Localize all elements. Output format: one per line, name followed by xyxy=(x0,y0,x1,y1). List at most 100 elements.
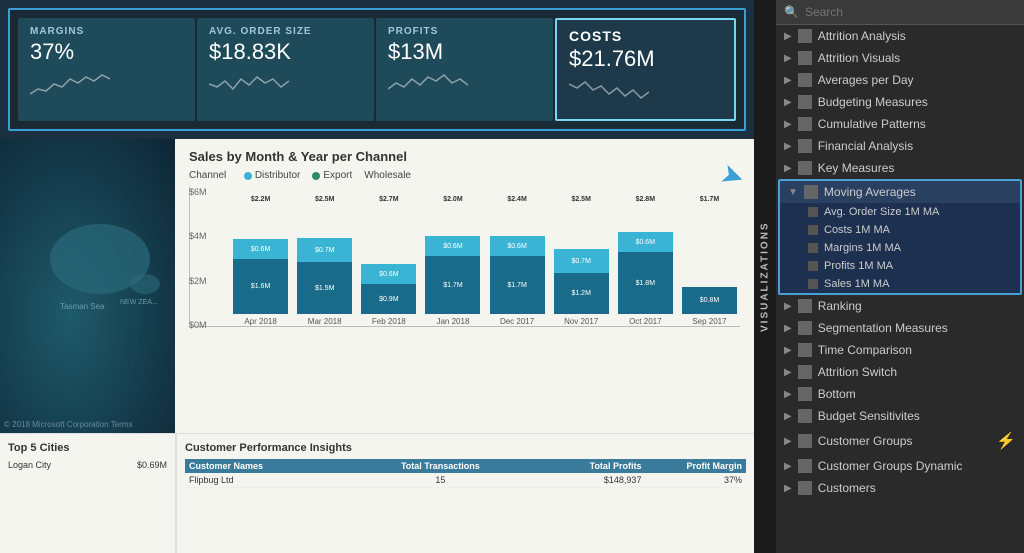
item-icon xyxy=(798,365,812,379)
sidebar-item-cumulative-patterns[interactable]: ▶ Cumulative Patterns xyxy=(776,113,1024,135)
cell-margin: 37% xyxy=(641,475,742,485)
sub-item-label: Sales 1M MA xyxy=(824,278,889,290)
moving-averages-group: ▼ Moving Averages Avg. Order Size 1M MA … xyxy=(778,179,1022,295)
item-icon xyxy=(798,299,812,313)
bar-nov2017: $2.5M $1.2M $0.7M Nov 2017 xyxy=(551,196,612,326)
item-label: Budget Sensitivites xyxy=(818,409,920,423)
item-label: Attrition Analysis xyxy=(818,29,906,43)
kpi-card-costs[interactable]: COSTS $21.76M xyxy=(555,18,736,121)
item-icon xyxy=(798,95,812,109)
item-label: Segmentation Measures xyxy=(818,321,948,335)
sub-item-icon xyxy=(808,225,818,235)
item-icon xyxy=(798,51,812,65)
sidebar-item-attrition-analysis[interactable]: ▶ Attrition Analysis xyxy=(776,25,1024,47)
sub-item-icon xyxy=(808,207,818,217)
item-icon xyxy=(798,139,812,153)
sidebar: VISUALIZATIONS 🔍 ▶ Attrition Analysis ▶ … xyxy=(754,0,1024,553)
item-icon xyxy=(798,409,812,423)
bar-jan2018: $2.0M $1.7M $0.6M Jan 2018 xyxy=(422,196,483,326)
table-header: Customer Names Total Transactions Total … xyxy=(185,459,746,473)
col-profit-margin: Profit Margin xyxy=(641,461,742,471)
kpi-card-margins[interactable]: MARGINS 37% xyxy=(18,18,195,121)
sidebar-item-segmentation-measures[interactable]: ▶ Segmentation Measures xyxy=(776,317,1024,339)
item-icon xyxy=(798,434,812,448)
chart-legend: Channel Distributor Export Wholesale xyxy=(189,170,740,181)
sidebar-item-key-measures[interactable]: ▶ Key Measures xyxy=(776,157,1024,179)
sparkline-avg-order xyxy=(209,69,289,99)
kpi-row: MARGINS 37% AVG. ORDER SIZE $18.83K PROF… xyxy=(8,8,746,131)
sidebar-item-customer-groups-dynamic[interactable]: ▶ Customer Groups Dynamic xyxy=(776,455,1024,477)
kpi-label-costs: COSTS xyxy=(569,28,722,44)
legend-wholesale: Wholesale xyxy=(364,170,411,181)
bar-apr2018: $2.2M $1.6M $0.6M Apr 2018 xyxy=(230,196,291,326)
y-axis: $0M $2M $4M $6M xyxy=(189,187,207,332)
sidebar-item-customers[interactable]: ▶ Customers xyxy=(776,477,1024,499)
sidebar-subitem-profits[interactable]: Profits 1M MA xyxy=(780,257,1020,275)
item-icon xyxy=(798,343,812,357)
col-customer-names: Customer Names xyxy=(189,461,390,471)
item-label: Ranking xyxy=(818,299,862,313)
item-icon xyxy=(798,161,812,175)
sparkline-profits xyxy=(388,69,468,99)
col-total-transactions: Total Transactions xyxy=(390,461,491,471)
bar-oct2017: $2.8M $1.8M $0.6M Oct 2017 xyxy=(615,196,676,326)
sub-item-icon xyxy=(808,261,818,271)
item-icon xyxy=(798,321,812,335)
chart-title: Sales by Month & Year per Channel xyxy=(189,149,740,164)
sub-item-label: Avg. Order Size 1M MA xyxy=(824,206,939,218)
cell-name: Flipbug Ltd xyxy=(189,475,390,485)
sidebar-item-financial-analysis[interactable]: ▶ Financial Analysis xyxy=(776,135,1024,157)
sparkline-costs xyxy=(569,76,649,106)
bar-mar2018: $2.5M $1.5M $0.7M Mar 2018 xyxy=(294,196,355,326)
sidebar-item-averages-per-day[interactable]: ▶ Averages per Day xyxy=(776,69,1024,91)
search-bar[interactable]: 🔍 xyxy=(776,0,1024,25)
sidebar-item-customer-groups[interactable]: ▶ Customer Groups ⚡ xyxy=(776,427,1024,455)
sparkline-margins xyxy=(30,69,110,99)
sidebar-item-ranking[interactable]: ▶ Ranking xyxy=(776,295,1024,317)
sidebar-inner: 🔍 ▶ Attrition Analysis ▶ Attrition Visua… xyxy=(776,0,1024,553)
cell-profits: $148,937 xyxy=(491,475,642,485)
chevron-right-icon: ▶ xyxy=(784,411,792,422)
city-name: Logan City xyxy=(8,460,51,470)
chevron-right-icon: ▶ xyxy=(784,323,792,334)
sidebar-item-budget-sensitivites[interactable]: ▶ Budget Sensitivites xyxy=(776,405,1024,427)
city-value: $0.69M xyxy=(137,460,167,470)
sidebar-item-moving-averages[interactable]: ▼ Moving Averages xyxy=(780,181,1020,203)
sub-item-icon xyxy=(808,243,818,253)
sidebar-subitem-costs[interactable]: Costs 1M MA xyxy=(780,221,1020,239)
search-input[interactable] xyxy=(805,5,1016,19)
sub-item-label: Profits 1M MA xyxy=(824,260,893,272)
sidebar-item-time-comparison[interactable]: ▶ Time Comparison xyxy=(776,339,1024,361)
kpi-card-avg-order[interactable]: AVG. ORDER SIZE $18.83K xyxy=(197,18,374,121)
chevron-right-icon: ▶ xyxy=(784,119,792,130)
sidebar-subitem-margins[interactable]: Margins 1M MA xyxy=(780,239,1020,257)
chevron-right-icon: ▶ xyxy=(784,75,792,86)
sidebar-item-attrition-switch[interactable]: ▶ Attrition Switch xyxy=(776,361,1024,383)
chevron-right-icon: ▶ xyxy=(784,483,792,494)
cell-transactions: 15 xyxy=(390,475,491,485)
sidebar-item-attrition-visuals[interactable]: ▶ Attrition Visuals xyxy=(776,47,1024,69)
item-label: Key Measures xyxy=(818,161,895,175)
sidebar-subitem-sales[interactable]: Sales 1M MA xyxy=(780,275,1020,293)
bar-dec2017: $2.4M $1.7M $0.6M Dec 2017 xyxy=(487,196,548,326)
chart-map-row: Tasman Sea NEW ZEA... © 2018 Microsoft C… xyxy=(0,139,754,553)
sub-item-label: Costs 1M MA xyxy=(824,224,890,236)
search-icon: 🔍 xyxy=(784,5,799,19)
sidebar-item-budgeting-measures[interactable]: ▶ Budgeting Measures xyxy=(776,91,1024,113)
map-background: Tasman Sea NEW ZEA... © 2018 Microsoft C… xyxy=(0,139,175,433)
item-icon xyxy=(798,29,812,43)
item-label: Attrition Switch xyxy=(818,365,897,379)
sidebar-subitem-avg-order-size[interactable]: Avg. Order Size 1M MA xyxy=(780,203,1020,221)
kpi-card-profits[interactable]: PROFITS $13M xyxy=(376,18,553,121)
item-label: Moving Averages xyxy=(824,185,916,199)
item-icon xyxy=(798,117,812,131)
visualizations-label: VISUALIZATIONS xyxy=(754,0,776,553)
kpi-label-avg-order: AVG. ORDER SIZE xyxy=(209,26,362,37)
distributor-dot xyxy=(244,172,252,180)
sidebar-item-bottom[interactable]: ▶ Bottom xyxy=(776,383,1024,405)
chart-area: Sales by Month & Year per Channel Channe… xyxy=(175,139,754,433)
kpi-value-avg-order: $18.83K xyxy=(209,39,362,65)
legend-export: Export xyxy=(312,170,352,181)
item-label: Financial Analysis xyxy=(818,139,913,153)
chevron-right-icon: ▶ xyxy=(784,367,792,378)
